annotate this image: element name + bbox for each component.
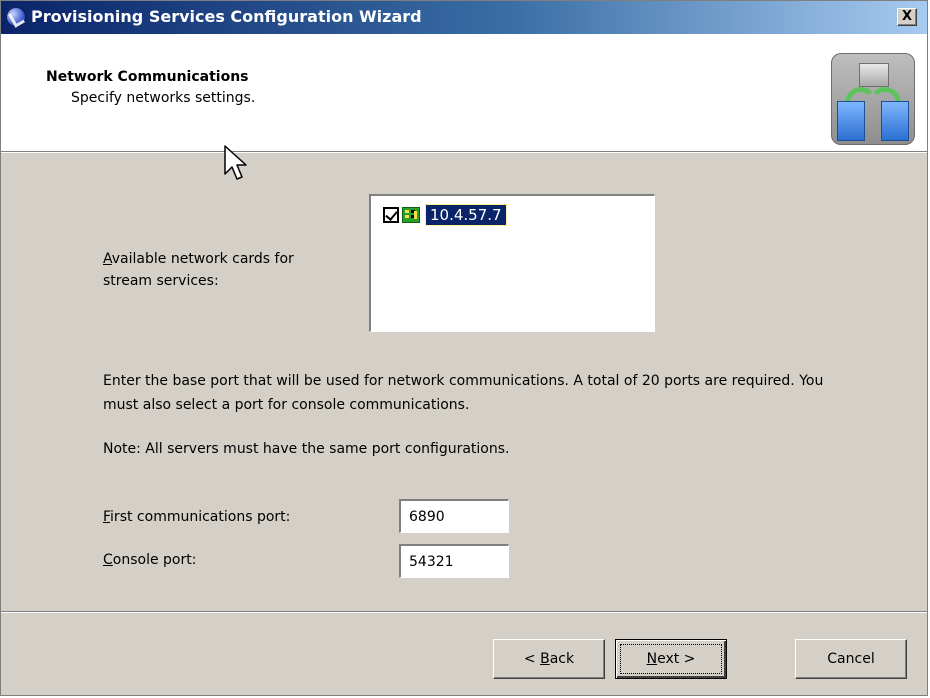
- cancel-button[interactable]: Cancel: [795, 639, 907, 679]
- app-icon: [6, 7, 26, 27]
- ports-instructions: Enter the base port that will be used fo…: [103, 373, 824, 413]
- close-button[interactable]: X: [897, 8, 917, 26]
- network-card-icon: [402, 207, 420, 223]
- nic-checkbox[interactable]: [383, 207, 399, 223]
- window-title: Provisioning Services Configuration Wiza…: [31, 7, 422, 26]
- mouse-cursor-icon: [224, 145, 247, 180]
- network-transfer-icon: [831, 53, 915, 145]
- header-panel: Network Communications Specify networks …: [1, 34, 927, 151]
- network-cards-label: Available network cards for stream servic…: [103, 251, 294, 289]
- title-bar[interactable]: Provisioning Services Configuration Wiza…: [1, 1, 927, 34]
- wizard-window: Provisioning Services Configuration Wiza…: [0, 0, 928, 696]
- console-port-label: Console port:: [103, 552, 197, 568]
- nic-ip-label: 10.4.57.7: [425, 204, 507, 226]
- back-button[interactable]: < Back: [493, 639, 605, 679]
- first-port-label: First communications port:: [103, 509, 291, 525]
- footer-divider: [1, 611, 927, 613]
- next-button[interactable]: Next >: [615, 639, 727, 679]
- list-item[interactable]: 10.4.57.7: [383, 204, 507, 226]
- ports-note: Note: All servers must have the same por…: [103, 441, 510, 457]
- first-port-input[interactable]: [399, 499, 509, 533]
- header-divider: [1, 151, 927, 153]
- network-cards-list[interactable]: 10.4.57.7: [369, 194, 655, 332]
- console-port-input[interactable]: [399, 544, 509, 578]
- page-title: Network Communications: [46, 69, 249, 85]
- page-subtitle: Specify networks settings.: [71, 90, 256, 106]
- close-icon: X: [901, 9, 913, 24]
